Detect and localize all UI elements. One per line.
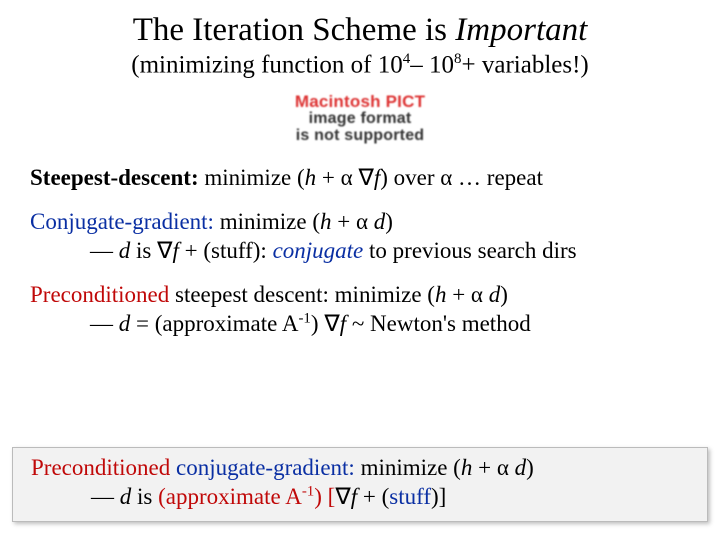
- pcg-exp: -1: [302, 483, 314, 499]
- placeholder-line3: is not supported: [270, 128, 450, 145]
- title-prefix: The Iteration Scheme is: [133, 12, 456, 48]
- subtitle-a: (minimizing function of 10: [131, 51, 402, 78]
- nabla-icon: ∇: [324, 310, 339, 336]
- placeholder-line1: Macintosh PICT: [270, 93, 450, 111]
- content-area: Steepest-descent: minimize (h + α ∇f) ov…: [30, 163, 690, 338]
- pcg-l2-b: is: [131, 484, 158, 509]
- cg-text-b: + α: [331, 209, 373, 234]
- subtitle-exp2: 8: [454, 51, 462, 67]
- nabla-icon: ∇: [358, 164, 373, 190]
- sd-label: Steepest-descent:: [30, 165, 199, 190]
- psd-d: d: [489, 282, 501, 307]
- cg-d: d: [374, 209, 386, 234]
- slide-root: The Iteration Scheme is Important (minim…: [0, 0, 720, 540]
- psd-label2: steepest descent: minimize (: [169, 282, 435, 307]
- psd-l2-c: ): [311, 311, 324, 336]
- cg-l2-d: d: [119, 238, 131, 263]
- steepest-descent-item: Steepest-descent: minimize (h + α ∇f) ov…: [30, 163, 690, 192]
- preconditioned-sd-item: Preconditioned steepest descent: minimiz…: [30, 281, 690, 338]
- placeholder-line2: image format: [270, 111, 450, 128]
- pcg-label3: conjugate-gradient:: [176, 455, 355, 480]
- pcg-stuff: stuff: [389, 484, 431, 509]
- cg-h: h: [320, 209, 332, 234]
- pcg-text-a: minimize (: [355, 455, 461, 480]
- sd-h: h: [305, 165, 317, 190]
- cg-conjugate: conjugate: [273, 238, 364, 263]
- slide-title: The Iteration Scheme is Important: [30, 12, 690, 49]
- subtitle-c: + variables!): [462, 51, 589, 78]
- pcg-l2-e: ) [: [314, 484, 335, 509]
- pcg-l2-a: —: [91, 484, 120, 509]
- psd-l2-d: d: [119, 311, 131, 336]
- subtitle-b: – 10: [410, 51, 454, 78]
- psd-text-b: + α: [446, 282, 488, 307]
- pcg-label: Preconditioned: [31, 455, 170, 480]
- psd-l2-a: —: [90, 311, 119, 336]
- pcg-line2: — d is (approximate A-1) [∇f + (stuff)]: [31, 484, 446, 509]
- psd-h: h: [435, 282, 447, 307]
- pcg-text-c: ): [526, 455, 534, 480]
- cg-l2-a: —: [90, 238, 119, 263]
- cg-text-c: ): [385, 209, 393, 234]
- cg-line2: — d is ∇f + (stuff): conjugate to previo…: [30, 238, 577, 263]
- sd-text-a: minimize (: [199, 165, 305, 190]
- preconditioned-cg-highlight: Preconditioned conjugate-gradient: minim…: [12, 447, 708, 522]
- pcg-l2-d: d: [120, 484, 132, 509]
- pcg-text-b: + α: [472, 455, 514, 480]
- pcg-h: h: [461, 455, 473, 480]
- conjugate-gradient-item: Conjugate-gradient: minimize (h + α d) —…: [30, 208, 690, 265]
- cg-l2-b: is: [130, 238, 157, 263]
- pcg-l2-g: )]: [431, 484, 446, 509]
- psd-exp: -1: [298, 310, 310, 326]
- nabla-icon: ∇: [335, 483, 350, 509]
- slide-subtitle: (minimizing function of 104– 108+ variab…: [30, 51, 690, 79]
- nabla-icon: ∇: [157, 237, 172, 263]
- psd-l2-e: ~ Newton's method: [346, 311, 531, 336]
- cg-l2-d2: to previous search dirs: [363, 238, 576, 263]
- psd-text-c: ): [500, 282, 508, 307]
- sd-text-c: ) over α … repeat: [380, 165, 543, 190]
- psd-line2: — d = (approximate A-1) ∇f ~ Newton's me…: [30, 311, 531, 336]
- pcg-d: d: [515, 455, 527, 480]
- cg-label: Conjugate-gradient:: [30, 209, 214, 234]
- cg-l2-c: + (stuff):: [179, 238, 273, 263]
- missing-image-placeholder: Macintosh PICT image format is not suppo…: [270, 93, 450, 144]
- psd-label: Preconditioned: [30, 282, 169, 307]
- pcg-l2-c: (approximate A: [158, 484, 302, 509]
- pcg-l2-f2: + (: [357, 484, 389, 509]
- sd-text-b: + α: [316, 165, 358, 190]
- psd-l2-b: = (approximate A: [130, 311, 298, 336]
- title-emph: Important: [455, 12, 587, 48]
- cg-text-a: minimize (: [214, 209, 320, 234]
